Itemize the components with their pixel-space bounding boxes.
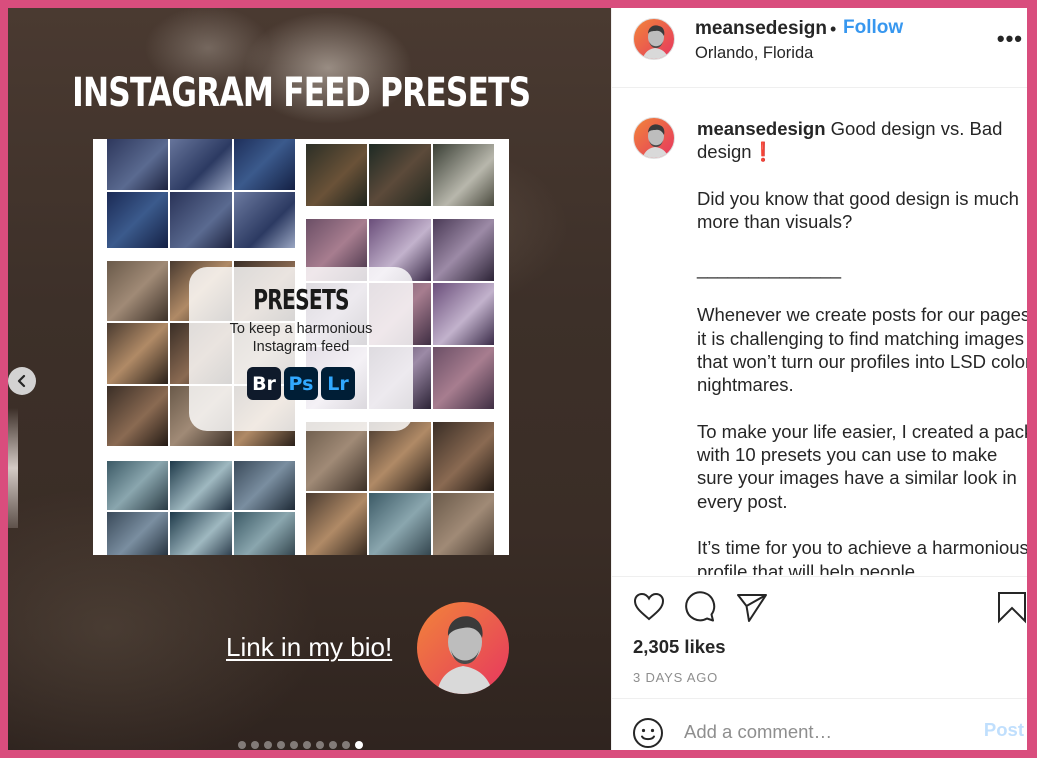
collage-photo (170, 139, 232, 190)
post-actions: 2,305 likes 3 DAYS AGO Post (612, 576, 1027, 750)
photoshop-app-icon: Ps (284, 367, 318, 400)
exclamation-emoji: ❗ (751, 141, 775, 163)
app-badges: Br Ps Lr (189, 367, 413, 400)
collage-grid-green-top (306, 144, 494, 206)
carousel-dot[interactable] (238, 741, 246, 749)
promo-portrait (417, 602, 509, 694)
likes-count[interactable]: 2,305 likes (633, 636, 726, 658)
author-avatar[interactable] (633, 18, 675, 60)
collage-photo (369, 493, 431, 555)
collage-photo (306, 493, 368, 555)
more-options-icon[interactable]: ••• (997, 26, 1023, 52)
person-portrait-icon (437, 616, 493, 694)
carousel-dot[interactable] (329, 741, 337, 749)
carousel-dot-active[interactable] (355, 741, 363, 749)
comment-row: Post (612, 698, 1027, 750)
collage-photo (107, 139, 169, 190)
presets-subtitle: To keep a harmonious Instagram feed (189, 320, 413, 356)
presets-subtitle-line: Instagram feed (252, 339, 350, 355)
previous-slide-edge (8, 408, 18, 528)
comment-input[interactable] (684, 719, 964, 745)
collage-photo (369, 422, 431, 491)
carousel-dot[interactable] (251, 741, 259, 749)
header-separator: • (830, 19, 837, 39)
collage-photo (432, 422, 494, 491)
collage-photo (432, 347, 494, 409)
previous-slide-button[interactable] (8, 367, 36, 395)
heart-icon[interactable] (632, 590, 666, 624)
collage-photo (432, 493, 494, 555)
feed-collage: PRESETS To keep a harmonious Instagram f… (93, 139, 509, 555)
post-media[interactable]: INSTAGRAM FEED PRESETS PRESETS To keep a… (8, 8, 611, 750)
post-caption: meansedesign Good design vs. Bad design❗… (697, 117, 1027, 575)
post-location[interactable]: Orlando, Florida (695, 44, 813, 63)
comment-icon[interactable] (683, 590, 717, 624)
collage-photo (170, 191, 232, 248)
carousel-dot[interactable] (277, 741, 285, 749)
caption-username[interactable]: meansedesign (697, 118, 826, 139)
collage-photo (306, 422, 368, 491)
carousel-dot[interactable] (342, 741, 350, 749)
carousel-dot[interactable] (316, 741, 324, 749)
caption-area[interactable]: meansedesign Good design vs. Bad design❗… (612, 89, 1027, 575)
collage-photo (107, 512, 169, 555)
person-avatar-icon (642, 124, 669, 158)
carousel-dot[interactable] (290, 741, 298, 749)
collage-photo (233, 139, 295, 190)
person-avatar-icon (642, 25, 669, 59)
link-in-bio-text: Link in my bio! (226, 632, 393, 662)
post-timestamp[interactable]: 3 DAYS AGO (633, 670, 718, 685)
presets-subtitle-line: To keep a harmonious (229, 321, 373, 337)
collage-photo (170, 512, 232, 555)
collage-photo (233, 461, 295, 510)
collage-photo (233, 512, 295, 555)
collage-photo (432, 219, 494, 281)
carousel-dot[interactable] (264, 741, 272, 749)
collage-photo (369, 144, 431, 206)
collage-grid-warm-bottom (306, 422, 494, 555)
collage-photo (107, 385, 169, 446)
presets-card: PRESETS To keep a harmonious Instagram f… (189, 267, 413, 431)
share-icon[interactable] (735, 590, 769, 624)
collage-photo (107, 191, 169, 248)
collage-photo (107, 261, 169, 322)
collage-photo (432, 144, 494, 206)
instagram-post-frame: INSTAGRAM FEED PRESETS PRESETS To keep a… (8, 8, 1027, 750)
post-side-panel: meansedesign • Follow Orlando, Florida •… (611, 8, 1027, 750)
caption-body: Did you know that good design is much mo… (697, 187, 1027, 575)
emoji-icon[interactable] (632, 717, 664, 749)
collage-grid-blue (107, 139, 295, 248)
post-header: meansedesign • Follow Orlando, Florida •… (612, 8, 1027, 88)
media-title: INSTAGRAM FEED PRESETS (72, 70, 531, 116)
collage-photo (432, 283, 494, 345)
carousel-dot[interactable] (303, 741, 311, 749)
collage-photo (107, 461, 169, 510)
author-username[interactable]: meansedesign (695, 18, 827, 40)
follow-button[interactable]: Follow (843, 17, 903, 39)
chevron-left-icon (17, 374, 26, 388)
collage-grid-teal (107, 461, 295, 555)
carousel-indicator (238, 741, 363, 749)
bridge-app-icon: Br (247, 367, 281, 400)
collage-photo (233, 191, 295, 248)
collage-photo (170, 461, 232, 510)
bookmark-icon[interactable] (995, 590, 1027, 624)
lightroom-app-icon: Lr (321, 367, 355, 400)
presets-title: PRESETS (253, 283, 349, 316)
collage-photo (107, 323, 169, 384)
collage-photo (306, 144, 368, 206)
post-comment-button[interactable]: Post (984, 719, 1024, 741)
caption-author-avatar[interactable] (633, 117, 675, 159)
